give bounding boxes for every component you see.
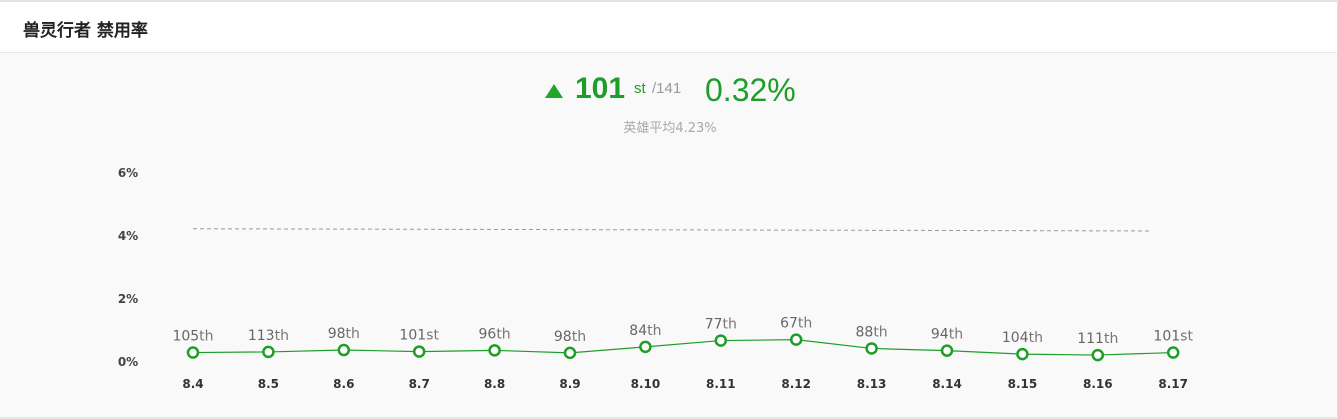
data-point xyxy=(639,340,652,354)
x-tick-label: 8.7 xyxy=(409,377,430,391)
average-line xyxy=(192,228,1150,232)
data-point xyxy=(940,344,954,357)
x-tick-label: 8.9 xyxy=(559,377,580,391)
rank-label: 88th xyxy=(855,324,887,340)
rank-label: 113th xyxy=(248,328,289,344)
rank-label: 94th xyxy=(931,327,963,343)
x-tick-label: 8.12 xyxy=(781,377,811,391)
data-point xyxy=(262,345,275,359)
data-point xyxy=(488,344,501,357)
rank-label: 101st xyxy=(1153,329,1193,345)
y-tick-label: 6% xyxy=(118,166,138,180)
rank-label: 96th xyxy=(478,326,510,342)
data-point xyxy=(337,343,351,357)
data-point xyxy=(789,333,803,346)
rank-label: 98th xyxy=(554,329,586,345)
y-tick-label: 0% xyxy=(118,355,138,369)
data-point xyxy=(186,346,200,359)
x-tick-label: 8.17 xyxy=(1158,377,1188,391)
x-tick-label: 8.10 xyxy=(631,377,661,391)
x-tick-label: 8.6 xyxy=(333,377,354,391)
rank-label: 111th xyxy=(1077,331,1118,347)
rank-label: 77th xyxy=(705,317,737,333)
data-point xyxy=(1016,347,1029,361)
rank-label: 84th xyxy=(629,323,661,339)
data-point xyxy=(714,334,728,347)
data-point xyxy=(412,345,426,358)
x-tick-label: 8.5 xyxy=(258,377,279,391)
rank-label: 101st xyxy=(399,328,439,344)
data-point xyxy=(865,342,878,355)
x-tick-label: 8.15 xyxy=(1008,377,1038,391)
data-point xyxy=(563,346,577,360)
x-tick-label: 8.11 xyxy=(706,377,736,391)
rank-label: 105th xyxy=(172,329,213,345)
x-tick-label: 8.16 xyxy=(1083,377,1113,391)
rank-label: 67th xyxy=(780,316,812,332)
y-tick-label: 2% xyxy=(118,292,138,306)
data-point xyxy=(1166,346,1180,359)
ban-rate-chart: 6% 4% 2% 0% 105th 8.4 113th 8.5 98th 8.6 101st 8.7 9… xyxy=(118,166,1194,391)
x-tick-label: 8.4 xyxy=(182,377,203,391)
x-tick-label: 8.8 xyxy=(484,377,505,391)
rank-label: 104th xyxy=(1002,330,1043,346)
rank-label: 98th xyxy=(328,326,360,342)
x-tick-label: 8.14 xyxy=(932,377,962,391)
x-tick-label: 8.13 xyxy=(857,377,887,391)
data-point xyxy=(1091,348,1105,362)
y-tick-label: 4% xyxy=(118,229,138,243)
